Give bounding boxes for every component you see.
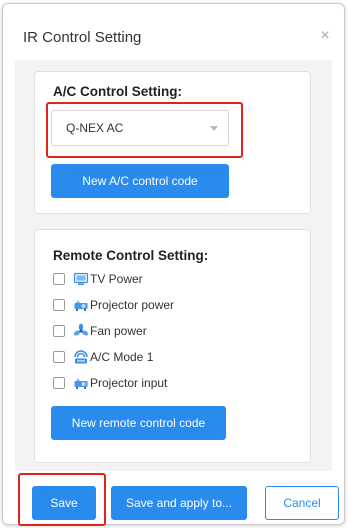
projector-input-checkbox[interactable] [53,377,65,389]
remote-item-tv-power[interactable]: TV Power [53,270,143,288]
air-conditioner-icon [74,350,88,364]
ir-control-setting-dialog: IR Control Setting × A/C Control Setting… [2,3,345,525]
projector-icon [74,300,88,311]
remote-item-label: Fan power [90,324,147,338]
dialog-body: A/C Control Setting: Q-NEX AC New A/C co… [15,60,332,471]
tv-power-checkbox[interactable] [53,273,65,285]
remote-item-projector-input[interactable]: Projector input [53,374,167,392]
ac-device-select-value: Q-NEX AC [66,121,124,135]
chevron-down-icon [210,126,218,131]
dialog-title: IR Control Setting [23,29,142,46]
remote-section-heading: Remote Control Setting: [53,248,209,263]
save-button[interactable]: Save [32,486,96,520]
ac-device-select[interactable]: Q-NEX AC [51,110,229,146]
cancel-button[interactable]: Cancel [265,486,339,520]
remote-control-section: Remote Control Setting: TV Power Project… [34,229,311,463]
fan-icon [73,323,89,336]
remote-item-fan-power[interactable]: Fan power [53,322,147,340]
remote-item-ac-mode-1[interactable]: A/C Mode 1 [53,348,153,366]
fan-power-checkbox[interactable] [53,325,65,337]
projector-icon [74,378,88,389]
remote-item-label: A/C Mode 1 [90,350,154,364]
projector-power-checkbox[interactable] [53,299,65,311]
remote-item-projector-power[interactable]: Projector power [53,296,174,314]
remote-item-label: Projector input [90,376,168,390]
ac-mode-1-checkbox[interactable] [53,351,65,363]
tv-icon [73,272,89,285]
new-ac-control-code-button[interactable]: New A/C control code [51,164,229,198]
close-icon[interactable]: × [316,27,334,45]
remote-item-label: TV Power [90,272,143,286]
ac-section-heading: A/C Control Setting: [53,84,182,99]
new-remote-control-code-button[interactable]: New remote control code [51,406,226,440]
ac-control-section: A/C Control Setting: Q-NEX AC New A/C co… [34,71,311,214]
remote-item-label: Projector power [90,298,175,312]
save-and-apply-button[interactable]: Save and apply to... [111,486,247,520]
